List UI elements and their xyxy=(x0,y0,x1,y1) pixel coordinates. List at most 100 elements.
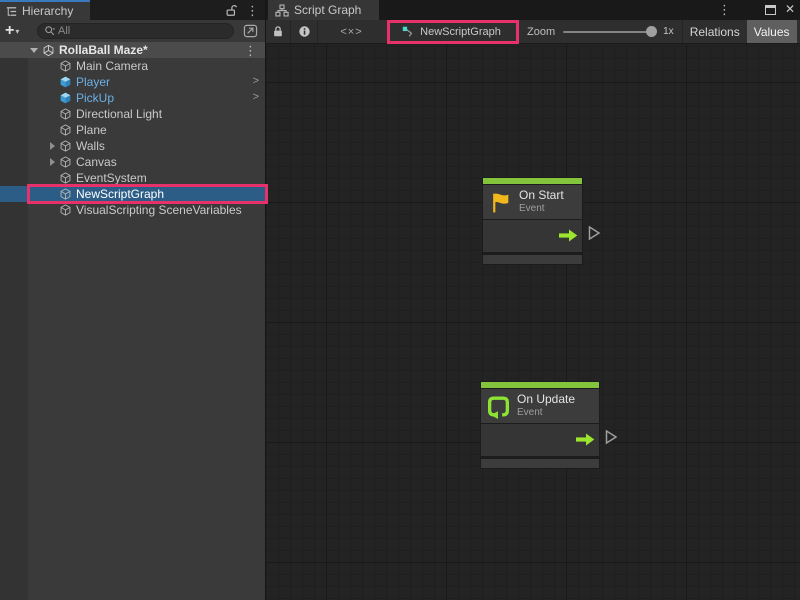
lock-button[interactable] xyxy=(266,20,290,43)
hierarchy-icon xyxy=(5,5,18,18)
hierarchy-row[interactable]: Canvas xyxy=(0,154,265,170)
hierarchy-items: Main Camera Player > xyxy=(0,58,265,600)
script-graph-asset-icon xyxy=(401,25,415,38)
hierarchy-row[interactable]: Main Camera xyxy=(0,58,265,74)
caret-down-icon: ▾ xyxy=(15,27,19,36)
item-label: VisualScripting SceneVariables xyxy=(76,203,242,217)
hierarchy-row[interactable]: Plane xyxy=(0,122,265,138)
node-on-update[interactable]: On Update Event xyxy=(480,381,600,469)
prefab-cube-icon xyxy=(59,75,72,89)
item-label: NewScriptGraph xyxy=(76,187,164,201)
zoom-slider[interactable] xyxy=(563,31,655,33)
hierarchy-row[interactable]: NewScriptGraph xyxy=(0,186,265,202)
window-controls: ⋮ ✕ xyxy=(690,0,800,20)
graph-canvas[interactable]: On Start Event xyxy=(266,44,800,600)
flow-arrow-icon xyxy=(575,433,595,446)
item-label: Walls xyxy=(76,139,105,153)
hierarchy-tabbar: Hierarchy ⋮ xyxy=(0,0,265,20)
script-graph-panel: Script Graph ⋮ ✕ <×> xyxy=(265,0,800,600)
hierarchy-panel: Hierarchy ⋮ + ▾ xyxy=(0,0,265,600)
tab-label: Hierarchy xyxy=(22,4,73,18)
item-label: PickUp xyxy=(76,91,114,105)
item-label: EventSystem xyxy=(76,171,147,185)
flag-icon xyxy=(488,190,513,215)
zoom-slider-handle[interactable] xyxy=(646,26,657,37)
values-toggle[interactable]: Values xyxy=(747,20,797,43)
dim-toggle[interactable]: Dim xyxy=(797,20,800,43)
node-subtitle: Event xyxy=(519,203,564,215)
cube-icon xyxy=(59,171,72,185)
node-header: On Update Event xyxy=(481,389,599,423)
angle-x-icon[interactable]: <×> xyxy=(318,20,385,43)
tab-script-graph[interactable]: Script Graph xyxy=(268,0,379,20)
scene-row[interactable]: RollaBall Maze* ⋮ xyxy=(0,42,265,58)
hierarchy-row[interactable]: PickUp > xyxy=(0,90,265,106)
node-header: On Start Event xyxy=(483,185,582,219)
cube-icon xyxy=(59,59,72,73)
search-placeholder: All xyxy=(58,25,70,37)
close-icon[interactable]: ✕ xyxy=(785,2,795,16)
flow-output-port[interactable] xyxy=(588,225,601,241)
node-subtitle: Event xyxy=(517,407,575,419)
zoom-control: Zoom 1x xyxy=(527,26,682,38)
hierarchy-search-input[interactable]: All xyxy=(37,23,234,39)
cube-icon xyxy=(59,139,72,153)
node-footer xyxy=(483,255,582,264)
tab-label: Script Graph xyxy=(294,3,361,17)
foldout-open-icon[interactable] xyxy=(30,48,38,53)
cube-icon xyxy=(59,203,72,217)
maximize-icon[interactable] xyxy=(765,5,776,15)
node-body xyxy=(483,220,582,252)
node-color-bar xyxy=(481,382,599,388)
unity-logo-icon xyxy=(42,44,55,57)
flow-output-port[interactable] xyxy=(605,429,618,445)
search-icon xyxy=(44,25,56,37)
plus-icon: + xyxy=(5,24,14,38)
item-label: Canvas xyxy=(76,155,117,169)
foldout-collapsed-icon[interactable] xyxy=(50,142,55,150)
graph-reference-button[interactable]: NewScriptGraph xyxy=(385,20,517,43)
node-body xyxy=(481,424,599,456)
hierarchy-row[interactable]: Walls xyxy=(0,138,265,154)
window-picker-icon[interactable] xyxy=(240,23,260,40)
hierarchy-row[interactable]: Directional Light xyxy=(0,106,265,122)
graph-tabbar: Script Graph ⋮ ✕ xyxy=(266,0,800,20)
node-title: On Update xyxy=(517,393,575,407)
item-label: Plane xyxy=(76,123,107,137)
graph-icon xyxy=(275,4,289,17)
cube-icon xyxy=(59,123,72,137)
zoom-label: Zoom xyxy=(527,26,555,38)
scene-name: RollaBall Maze* xyxy=(59,43,240,57)
node-color-bar xyxy=(483,178,582,184)
hierarchy-row[interactable]: EventSystem xyxy=(0,170,265,186)
hierarchy-row[interactable]: VisualScripting SceneVariables xyxy=(0,202,265,218)
node-footer xyxy=(481,459,599,468)
prefab-cube-icon xyxy=(59,91,72,105)
node-on-start[interactable]: On Start Event xyxy=(482,177,583,265)
graph-reference-label: NewScriptGraph xyxy=(420,26,501,38)
graph-toolbar: <×> NewScriptGraph Zoom 1x Rela xyxy=(266,20,800,44)
foldout-collapsed-icon[interactable] xyxy=(50,158,55,166)
item-label: Player xyxy=(76,75,110,89)
hierarchy-row[interactable]: Player > xyxy=(0,74,265,90)
item-label: Directional Light xyxy=(76,107,162,121)
hierarchy-toolbar: + ▾ All xyxy=(0,20,265,42)
window-menu-icon[interactable]: ⋮ xyxy=(718,3,731,16)
relations-toggle[interactable]: Relations xyxy=(683,20,747,43)
unlock-icon[interactable] xyxy=(225,4,237,17)
node-title: On Start xyxy=(519,189,564,203)
scene-menu-icon[interactable]: ⋮ xyxy=(244,44,257,57)
prefab-chevron-icon[interactable]: > xyxy=(253,75,259,87)
tab-hierarchy[interactable]: Hierarchy xyxy=(0,0,90,20)
cube-icon xyxy=(59,155,72,169)
cube-icon xyxy=(59,187,72,201)
prefab-chevron-icon[interactable]: > xyxy=(253,91,259,103)
info-button[interactable] xyxy=(291,20,317,43)
hierarchy-menu-icon[interactable]: ⋮ xyxy=(246,4,259,17)
item-label: Main Camera xyxy=(76,59,148,73)
zoom-value: 1x xyxy=(663,26,674,37)
loop-icon xyxy=(486,394,511,419)
add-object-button[interactable]: + ▾ xyxy=(5,24,33,38)
flow-arrow-icon xyxy=(558,229,578,242)
unity-editor: Hierarchy ⋮ + ▾ xyxy=(0,0,800,600)
